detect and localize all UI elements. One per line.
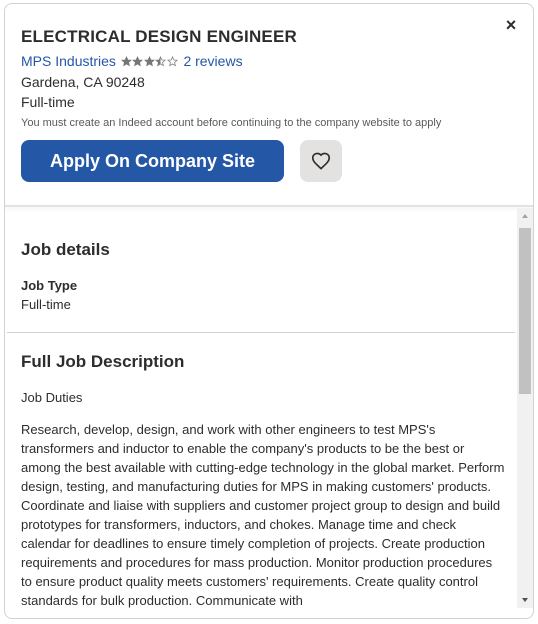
close-button[interactable]: × bbox=[503, 16, 519, 34]
company-row: MPS Industries 2 reviews bbox=[21, 53, 243, 69]
star-icon bbox=[155, 55, 167, 66]
job-detail-card: × ELECTRICAL DESIGN ENGINEER MPS Industr… bbox=[4, 3, 534, 619]
section-divider bbox=[7, 332, 515, 333]
job-details-heading: Job details bbox=[21, 240, 110, 259]
scrollbar-thumb[interactable] bbox=[519, 228, 531, 394]
rating-stars bbox=[120, 55, 179, 67]
job-type-value: Full-time bbox=[21, 297, 71, 312]
job-location: Gardena, CA 90248 bbox=[21, 74, 145, 90]
company-link[interactable]: MPS Industries bbox=[21, 53, 116, 69]
star-icon bbox=[120, 55, 132, 66]
reviews-link[interactable]: 2 reviews bbox=[183, 53, 242, 69]
vertical-scrollbar[interactable] bbox=[517, 208, 533, 608]
job-description-body: Research, develop, design, and work with… bbox=[21, 422, 505, 608]
scroll-down-arrow-icon[interactable] bbox=[517, 594, 533, 606]
full-description-heading: Full Job Description bbox=[21, 352, 185, 371]
job-title: ELECTRICAL DESIGN ENGINEER bbox=[21, 27, 297, 46]
header-divider bbox=[5, 205, 533, 207]
star-icon bbox=[143, 55, 155, 66]
heart-icon bbox=[311, 152, 331, 170]
star-icon bbox=[166, 55, 178, 66]
close-icon: × bbox=[505, 15, 517, 35]
duties-heading: Job Duties bbox=[21, 390, 83, 405]
star-icon bbox=[132, 55, 144, 66]
apply-button[interactable]: Apply On Company Site bbox=[21, 140, 284, 182]
job-type-label: Job Type bbox=[21, 278, 78, 293]
job-content-scroll-area[interactable]: Job details Job Type Full-time Full Job … bbox=[5, 208, 533, 618]
job-type: Full-time bbox=[21, 94, 75, 110]
account-notice: You must create an Indeed account before… bbox=[21, 117, 442, 129]
job-header: × ELECTRICAL DESIGN ENGINEER MPS Industr… bbox=[5, 4, 533, 207]
scroll-up-arrow-icon[interactable] bbox=[517, 210, 533, 222]
save-job-button[interactable] bbox=[300, 140, 342, 182]
